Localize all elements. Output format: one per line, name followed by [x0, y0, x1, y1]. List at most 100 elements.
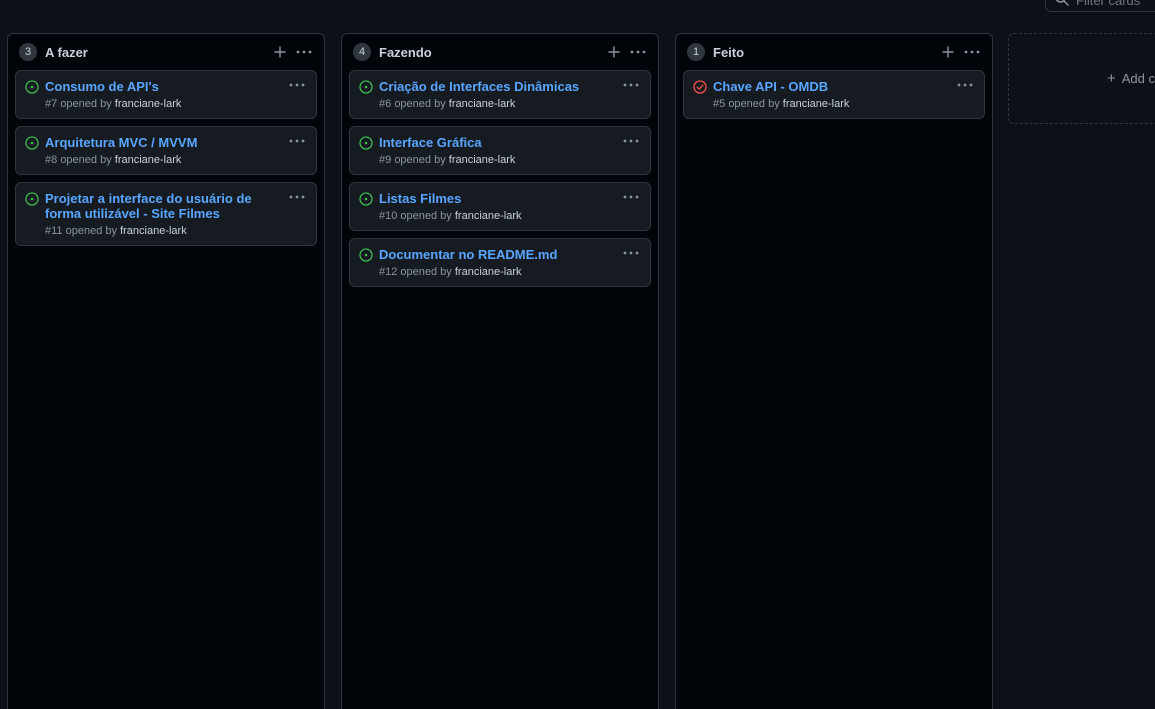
issue-author[interactable]: franciane-lark — [449, 98, 516, 110]
filter-cards-box[interactable] — [1045, 0, 1155, 12]
add-column-button[interactable]: + Add c — [1008, 33, 1155, 124]
kebab-horizontal-icon — [296, 50, 312, 54]
plus-icon — [608, 46, 620, 58]
issue-opened-icon — [359, 248, 373, 262]
issue-number: #8 — [45, 154, 58, 166]
issue-meta: #10 opened by franciane-lark — [379, 210, 614, 223]
kebab-horizontal-icon — [289, 139, 305, 143]
issue-number: #6 — [379, 98, 392, 110]
issue-author[interactable]: franciane-lark — [455, 266, 522, 278]
card-list: Consumo de API's #7 opened by franciane-… — [8, 70, 324, 246]
card-menu-button[interactable] — [619, 130, 643, 152]
issue-card[interactable]: Projetar a interface do usuário de forma… — [15, 182, 317, 246]
card-menu-button[interactable] — [619, 74, 643, 96]
issue-meta: #7 opened by franciane-lark — [45, 98, 280, 111]
column-fazendo: 4 Fazendo Criação de Interfaces Dinâmica… — [341, 33, 659, 709]
issue-author[interactable]: franciane-lark — [115, 98, 182, 110]
add-card-button[interactable] — [602, 40, 626, 64]
card-menu-button[interactable] — [953, 74, 977, 96]
search-icon — [1055, 0, 1069, 6]
opened-by-text: opened by — [65, 225, 117, 237]
add-card-button[interactable] — [936, 40, 960, 64]
add-card-button[interactable] — [268, 40, 292, 64]
issue-meta: #8 opened by franciane-lark — [45, 154, 280, 167]
issue-closed-icon — [693, 80, 707, 94]
issue-number: #10 — [379, 210, 398, 222]
card-menu-button[interactable] — [285, 74, 309, 96]
column-title: Fazendo — [379, 44, 432, 60]
kebab-horizontal-icon — [630, 50, 646, 54]
plus-icon — [942, 46, 954, 58]
opened-by-text: opened by — [60, 98, 112, 110]
kebab-horizontal-icon — [623, 195, 639, 199]
kebab-horizontal-icon — [623, 139, 639, 143]
issue-opened-icon — [359, 80, 373, 94]
project-board: 3 A fazer Consumo de API's #7 opene — [0, 0, 1155, 709]
issue-author[interactable]: franciane-lark — [120, 225, 187, 237]
issue-card[interactable]: Criação de Interfaces Dinâmicas #6 opene… — [349, 70, 651, 119]
filter-cards-input[interactable] — [1076, 0, 1155, 8]
card-menu-button[interactable] — [285, 186, 309, 208]
column-header: 4 Fazendo — [342, 34, 658, 70]
issue-card[interactable]: Consumo de API's #7 opened by franciane-… — [15, 70, 317, 119]
column-card-count: 1 — [687, 43, 705, 61]
issue-author[interactable]: franciane-lark — [455, 210, 522, 222]
issue-title-link[interactable]: Chave API - OMDB — [713, 79, 948, 94]
kebab-horizontal-icon — [964, 50, 980, 54]
column-menu-button[interactable] — [292, 40, 316, 64]
issue-title-link[interactable]: Consumo de API's — [45, 79, 280, 94]
issue-meta: #6 opened by franciane-lark — [379, 98, 614, 111]
issue-card[interactable]: Arquitetura MVC / MVVM #8 opened by fran… — [15, 126, 317, 175]
issue-author[interactable]: franciane-lark — [783, 98, 850, 110]
plus-icon — [274, 46, 286, 58]
column-feito: 1 Feito Chave API - OMDB #5 opened by fr… — [675, 33, 993, 709]
kebab-horizontal-icon — [623, 83, 639, 87]
card-list: Chave API - OMDB #5 opened by franciane-… — [676, 70, 992, 119]
column-card-count: 3 — [19, 43, 37, 61]
issue-card[interactable]: Chave API - OMDB #5 opened by franciane-… — [683, 70, 985, 119]
issue-number: #5 — [713, 98, 726, 110]
issue-title-link[interactable]: Arquitetura MVC / MVVM — [45, 135, 280, 150]
issue-title-link[interactable]: Interface Gráfica — [379, 135, 614, 150]
issue-opened-icon — [359, 192, 373, 206]
issue-number: #7 — [45, 98, 58, 110]
issue-title-link[interactable]: Listas Filmes — [379, 191, 614, 206]
issue-title-link[interactable]: Documentar no README.md — [379, 247, 614, 262]
column-title: Feito — [713, 44, 745, 60]
kebab-horizontal-icon — [289, 83, 305, 87]
opened-by-text: opened by — [60, 154, 112, 166]
issue-title-link[interactable]: Projetar a interface do usuário de forma… — [45, 191, 280, 221]
issue-author[interactable]: franciane-lark — [115, 154, 182, 166]
opened-by-text: opened by — [394, 98, 446, 110]
issue-meta: #12 opened by franciane-lark — [379, 266, 614, 279]
issue-author[interactable]: franciane-lark — [449, 154, 516, 166]
issue-title-link[interactable]: Criação de Interfaces Dinâmicas — [379, 79, 614, 94]
opened-by-text: opened by — [400, 266, 452, 278]
issue-meta: #9 opened by franciane-lark — [379, 154, 614, 167]
issue-number: #12 — [379, 266, 398, 278]
column-menu-button[interactable] — [626, 40, 650, 64]
add-column-label: Add c — [1121, 71, 1155, 86]
issue-opened-icon — [25, 80, 39, 94]
issue-card[interactable]: Interface Gráfica #9 opened by franciane… — [349, 126, 651, 175]
opened-by-text: opened by — [394, 154, 446, 166]
kebab-horizontal-icon — [623, 251, 639, 255]
issue-opened-icon — [359, 136, 373, 150]
issue-meta: #11 opened by franciane-lark — [45, 225, 280, 238]
column-card-count: 4 — [353, 43, 371, 61]
kebab-horizontal-icon — [957, 83, 973, 87]
column-header: 3 A fazer — [8, 34, 324, 70]
issue-card[interactable]: Documentar no README.md #12 opened by fr… — [349, 238, 651, 287]
column-a-fazer: 3 A fazer Consumo de API's #7 opened by … — [7, 33, 325, 709]
card-menu-button[interactable] — [619, 242, 643, 264]
column-title: A fazer — [45, 44, 88, 60]
opened-by-text: opened by — [400, 210, 452, 222]
opened-by-text: opened by — [728, 98, 780, 110]
issue-opened-icon — [25, 136, 39, 150]
issue-card[interactable]: Listas Filmes #10 opened by franciane-la… — [349, 182, 651, 231]
column-menu-button[interactable] — [960, 40, 984, 64]
card-menu-button[interactable] — [619, 186, 643, 208]
card-menu-button[interactable] — [285, 130, 309, 152]
issue-opened-icon — [25, 192, 39, 206]
plus-icon: + — [1107, 70, 1116, 87]
